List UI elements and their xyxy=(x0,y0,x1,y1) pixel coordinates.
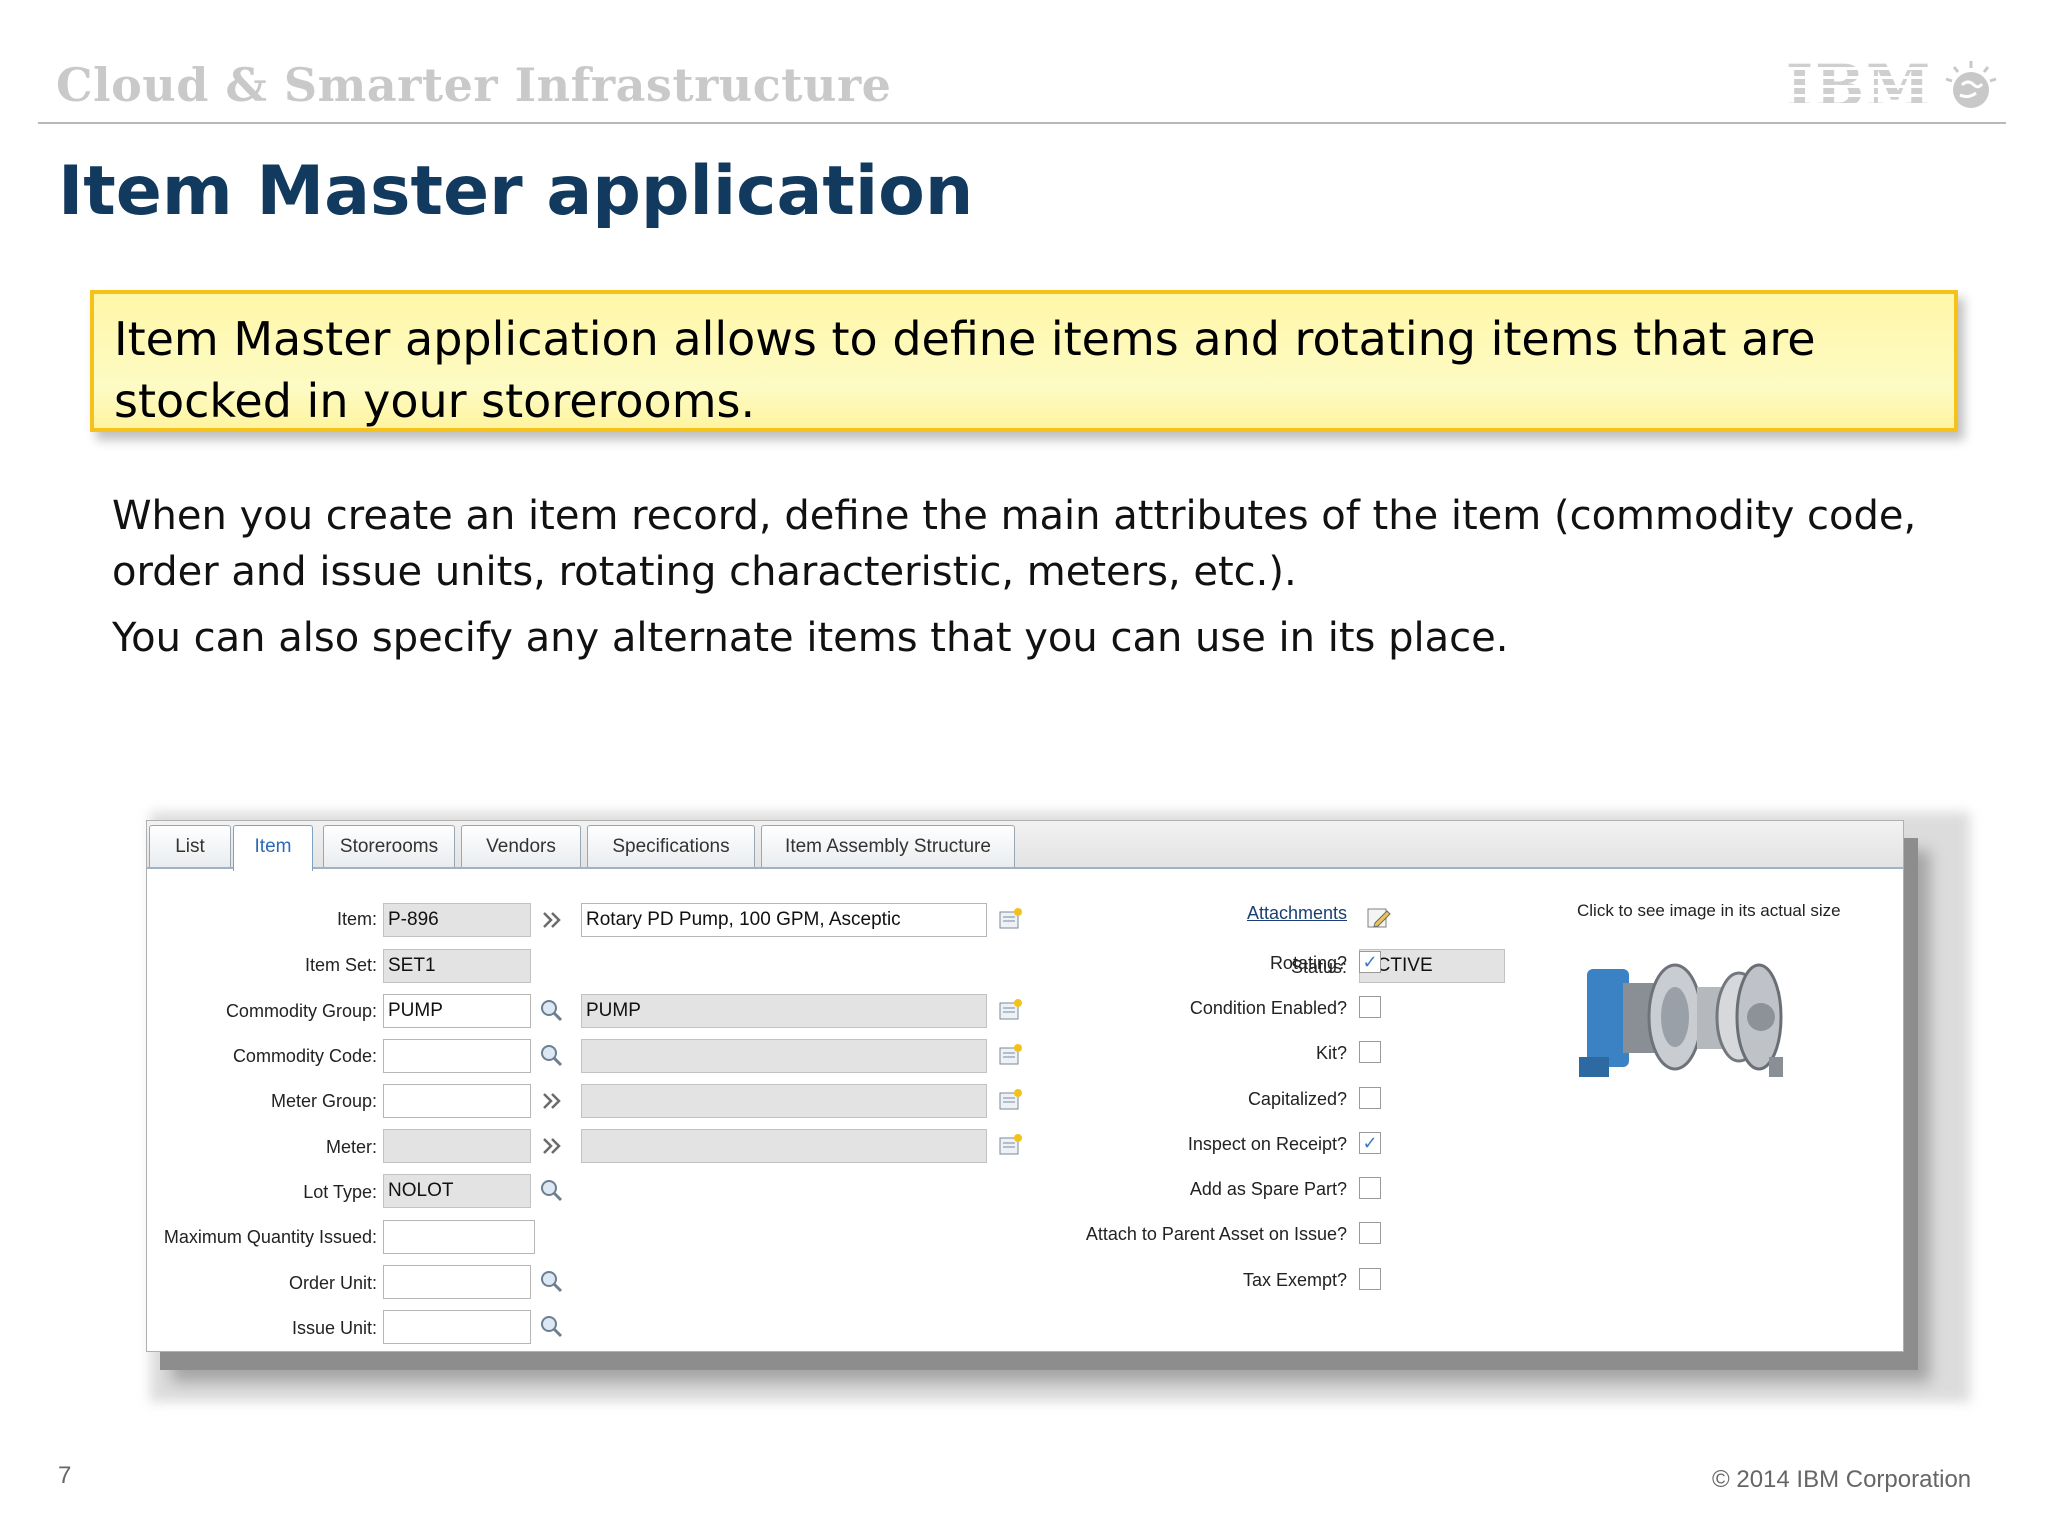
brand-title: Cloud & Smarter Infrastructure xyxy=(56,58,892,112)
callout-box: Item Master application allows to define… xyxy=(90,290,1958,432)
meter-description-field[interactable] xyxy=(581,1129,987,1163)
ibm-logo: IBM xyxy=(1786,52,1998,120)
search-icon[interactable] xyxy=(539,1178,565,1204)
tab-bar: List Item Storerooms Vendors Specificati… xyxy=(147,821,1903,871)
checkbox[interactable]: ✓ xyxy=(1359,1132,1381,1154)
checkbox-label: Capitalized? xyxy=(1247,1089,1347,1109)
checkbox[interactable] xyxy=(1359,1177,1381,1199)
checkbox[interactable] xyxy=(1359,996,1381,1018)
checkbox[interactable] xyxy=(1359,1041,1381,1063)
tab-item[interactable]: Item xyxy=(233,825,313,871)
checkbox-label: Rotating? xyxy=(1269,953,1347,973)
commodity-group-label: Commodity Group: xyxy=(225,1001,377,1021)
tab-list[interactable]: List xyxy=(149,825,231,867)
checkbox-label: Kit? xyxy=(1315,1043,1347,1063)
search-icon[interactable] xyxy=(539,1269,565,1295)
commodity-code-label: Commodity Code: xyxy=(232,1046,377,1066)
image-caption: Click to see image in its actual size xyxy=(1577,901,1841,920)
checkmark-icon: ✓ xyxy=(1362,952,1378,972)
checkbox-label: Attach to Parent Asset on Issue? xyxy=(1085,1224,1347,1244)
search-icon[interactable] xyxy=(539,1043,565,1069)
double-chevron-right-icon[interactable] xyxy=(539,1088,565,1114)
search-icon[interactable] xyxy=(539,1314,565,1340)
meter-group-label: Meter Group: xyxy=(270,1091,377,1111)
checkbox[interactable] xyxy=(1359,1268,1381,1290)
lot-type-label: Lot Type: xyxy=(303,1182,377,1202)
commodity-group-description-field[interactable]: PUMP xyxy=(581,994,987,1028)
double-chevron-right-icon[interactable] xyxy=(539,907,565,933)
search-icon[interactable] xyxy=(539,998,565,1024)
tab-item-assembly-structure[interactable]: Item Assembly Structure xyxy=(761,825,1015,867)
page-number: 7 xyxy=(58,1462,72,1489)
long-description-icon[interactable] xyxy=(997,998,1023,1024)
checkmark-icon: ✓ xyxy=(1362,1133,1378,1153)
checkbox-label: Condition Enabled? xyxy=(1189,998,1347,1018)
long-description-icon[interactable] xyxy=(997,1133,1023,1159)
checkbox-label: Add as Spare Part? xyxy=(1189,1179,1347,1199)
checkbox-label: Inspect on Receipt? xyxy=(1187,1134,1347,1154)
ibm-logo-text: IBM xyxy=(1786,52,1933,120)
commodity-code-field[interactable] xyxy=(383,1039,531,1073)
checkbox[interactable]: ✓ xyxy=(1359,951,1381,973)
item-field[interactable]: P-896 xyxy=(383,903,531,937)
globe-icon xyxy=(1945,61,1997,108)
item-set-field[interactable]: SET1 xyxy=(383,949,531,983)
item-label: Item: xyxy=(336,909,377,929)
attachments-link[interactable]: Attachments xyxy=(1247,903,1347,924)
commodity-code-description-field[interactable] xyxy=(581,1039,987,1073)
meter-field[interactable] xyxy=(383,1129,531,1163)
lot-type-field[interactable]: NOLOT xyxy=(383,1174,531,1208)
long-description-icon[interactable] xyxy=(997,1088,1023,1114)
issue-unit-label: Issue Unit: xyxy=(291,1318,377,1338)
meter-group-description-field[interactable] xyxy=(581,1084,987,1118)
item-master-screenshot: List Item Storerooms Vendors Specificati… xyxy=(146,820,1904,1352)
max-quantity-issued-label: Maximum Quantity Issued: xyxy=(163,1227,377,1247)
callout-text: Item Master application allows to define… xyxy=(114,312,1816,428)
long-description-icon[interactable] xyxy=(997,1043,1023,1069)
page-title: Item Master application xyxy=(58,152,974,231)
item-set-label: Item Set: xyxy=(304,955,377,975)
max-quantity-issued-field[interactable] xyxy=(383,1220,535,1254)
tab-storerooms[interactable]: Storerooms xyxy=(323,825,455,867)
meter-label: Meter: xyxy=(325,1137,377,1157)
order-unit-field[interactable] xyxy=(383,1265,531,1299)
long-description-icon[interactable] xyxy=(997,907,1023,933)
checkbox[interactable] xyxy=(1359,1222,1381,1244)
pump-image[interactable] xyxy=(1579,939,1819,1099)
copyright: © 2014 IBM Corporation xyxy=(1712,1466,1972,1493)
tab-specifications[interactable]: Specifications xyxy=(587,825,755,867)
paragraph-alternates: You can also specify any alternate items… xyxy=(112,615,1509,661)
attachment-pencil-icon[interactable] xyxy=(1365,903,1391,929)
item-description-field[interactable]: Rotary PD Pump, 100 GPM, Asceptic xyxy=(581,903,987,937)
paragraph-attributes: When you create an item record, define t… xyxy=(112,493,1917,595)
checkbox[interactable] xyxy=(1359,1087,1381,1109)
meter-group-field[interactable] xyxy=(383,1084,531,1118)
order-unit-label: Order Unit: xyxy=(288,1273,377,1293)
body-text: When you create an item record, define t… xyxy=(112,488,1932,666)
header-divider xyxy=(38,122,2006,124)
commodity-group-field[interactable]: PUMP xyxy=(383,994,531,1028)
issue-unit-field[interactable] xyxy=(383,1310,531,1344)
checkbox-label: Tax Exempt? xyxy=(1242,1270,1347,1290)
double-chevron-right-icon[interactable] xyxy=(539,1133,565,1159)
tab-vendors[interactable]: Vendors xyxy=(461,825,581,867)
